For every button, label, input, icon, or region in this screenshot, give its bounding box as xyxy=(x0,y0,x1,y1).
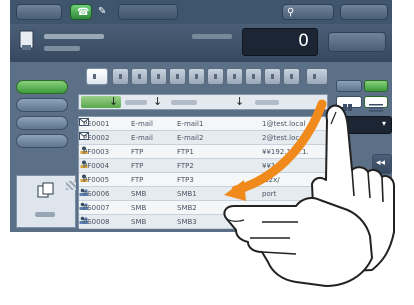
address-name: SMB3 xyxy=(177,218,197,226)
sort-number-button[interactable]: ↓ xyxy=(81,95,121,108)
address-name: FTP3 xyxy=(177,176,194,184)
top-bar: ☎ ✎ ⚲ xyxy=(10,0,392,24)
address-type: E-mail xyxy=(131,134,153,142)
checker-pattern-icon xyxy=(66,181,76,190)
index-tab-3[interactable] xyxy=(150,68,167,85)
address-number: PF0005 xyxy=(83,176,110,184)
address-row[interactable]: PF0003 FTP FTP1 ¥¥192.168.1. xyxy=(79,145,327,159)
left-menu-item-4[interactable] xyxy=(16,134,68,148)
address-type: FTP xyxy=(131,162,144,170)
index-tab-1[interactable] xyxy=(112,68,129,85)
document-icon xyxy=(19,30,34,50)
address-destination: 1@test.local xyxy=(262,120,306,128)
left-menu-address-book[interactable] xyxy=(16,80,68,94)
address-row[interactable]: PF0005 FTP FTP3 .12x/ xyxy=(79,173,327,187)
job-info-band: 0 xyxy=(10,24,392,62)
index-tab-8[interactable] xyxy=(245,68,262,85)
index-tab-10[interactable] xyxy=(283,68,300,85)
address-row[interactable]: PF0004 FTP FTP2 ¥¥1 xyxy=(79,159,327,173)
address-list: PE0001 E-mail E-mail1 1@test.local PE000… xyxy=(78,116,328,229)
index-tab-2[interactable] xyxy=(131,68,148,85)
fax-icon: ☎ xyxy=(77,7,90,18)
index-tab-7[interactable] xyxy=(226,68,243,85)
address-number: PF0004 xyxy=(83,162,110,170)
pen-tab[interactable]: ✎ xyxy=(94,4,116,20)
address-destination: ¥¥192.168.1. xyxy=(262,148,309,156)
search-button[interactable]: ⚲ xyxy=(282,4,334,20)
list-view-icon xyxy=(369,104,383,112)
control-panel-screen: ☎ ✎ ⚲ 0 ↓ ↓ ↓ PE0001 E-mail E-mail1 1@te… xyxy=(10,0,392,232)
address-name: FTP2 xyxy=(177,162,194,170)
address-destination: .12x/ xyxy=(262,176,280,184)
address-name: FTP1 xyxy=(177,148,194,156)
address-type: SMB xyxy=(131,204,147,212)
counter-value: 0 xyxy=(298,31,309,51)
left-menu-item-3[interactable] xyxy=(16,116,68,130)
address-number: PS0006 xyxy=(83,190,110,198)
list-view-button[interactable] xyxy=(364,96,388,112)
address-number: PE0002 xyxy=(83,134,110,142)
view-active-button[interactable] xyxy=(364,80,388,92)
sort-type-button[interactable]: ↓ xyxy=(125,95,163,108)
counter-side-button[interactable] xyxy=(328,32,386,52)
address-destination: ¥¥1 xyxy=(262,162,276,170)
fax-tab[interactable]: ☎ xyxy=(70,4,92,20)
sort-down-arrow-icon: ↓ xyxy=(153,95,163,108)
pen-icon: ✎ xyxy=(98,6,107,17)
right-control-column: ▾ ◂◂ xyxy=(332,64,392,232)
top-right-button[interactable] xyxy=(340,4,388,20)
view-toggle-button[interactable] xyxy=(336,80,362,92)
index-tab-9[interactable] xyxy=(264,68,281,85)
sort-down-arrow-icon: ↓ xyxy=(109,95,119,108)
address-name: E-mail1 xyxy=(177,120,204,128)
top-info-button[interactable] xyxy=(118,4,178,20)
search-icon: ⚲ xyxy=(287,7,295,18)
address-name: SMB2 xyxy=(177,204,197,212)
address-number: PS0008 xyxy=(83,218,110,226)
index-tab-etc[interactable] xyxy=(306,68,328,85)
grid-view-icon xyxy=(343,104,352,111)
sort-header-row: ↓ ↓ ↓ xyxy=(78,94,328,110)
address-type: SMB xyxy=(131,218,147,226)
index-tab-6[interactable] xyxy=(207,68,224,85)
address-row[interactable]: PS0007 SMB SMB2 export xyxy=(79,201,327,215)
address-type: SMB xyxy=(131,190,147,198)
address-type: FTP xyxy=(131,176,144,184)
address-destination: export xyxy=(262,204,285,212)
sort-name-button[interactable]: ↓ xyxy=(171,95,251,108)
address-number: PE0001 xyxy=(83,120,110,128)
address-name: E-mail2 xyxy=(177,134,204,142)
address-row[interactable]: PS0006 SMB SMB1 port xyxy=(79,187,327,201)
address-type: FTP xyxy=(131,148,144,156)
dropdown-arrow-icon: ▾ xyxy=(381,119,386,128)
address-number: PS0007 xyxy=(83,204,110,212)
detail-select[interactable]: ▾ xyxy=(332,116,392,134)
address-row[interactable]: PE0001 E-mail E-mail1 1@test.local xyxy=(79,117,327,131)
address-row[interactable]: PS0008 SMB SMB3 xyxy=(79,215,327,229)
index-tab-all[interactable] xyxy=(86,68,108,85)
address-destination: 2@test.local xyxy=(262,134,306,142)
index-tab-4[interactable] xyxy=(169,68,186,85)
top-mode-button[interactable] xyxy=(16,4,62,20)
sort-down-arrow-icon: ↓ xyxy=(235,95,245,108)
sort-destination-button[interactable] xyxy=(255,96,325,108)
collapse-panel-button[interactable]: ◂◂ xyxy=(372,154,392,174)
index-tab-5[interactable] xyxy=(188,68,205,85)
destination-counter: 0 xyxy=(242,28,318,56)
copy-document-icon xyxy=(37,182,54,198)
address-type: E-mail xyxy=(131,120,153,128)
address-row[interactable]: PE0002 E-mail E-mail2 2@test.local xyxy=(79,131,327,145)
grid-view-button[interactable] xyxy=(336,96,362,111)
address-number: PF0003 xyxy=(83,148,110,156)
left-menu-item-2[interactable] xyxy=(16,98,68,112)
address-name: SMB1 xyxy=(177,190,197,198)
double-chevron-left-icon: ◂◂ xyxy=(376,158,386,168)
address-destination: port xyxy=(262,190,277,198)
